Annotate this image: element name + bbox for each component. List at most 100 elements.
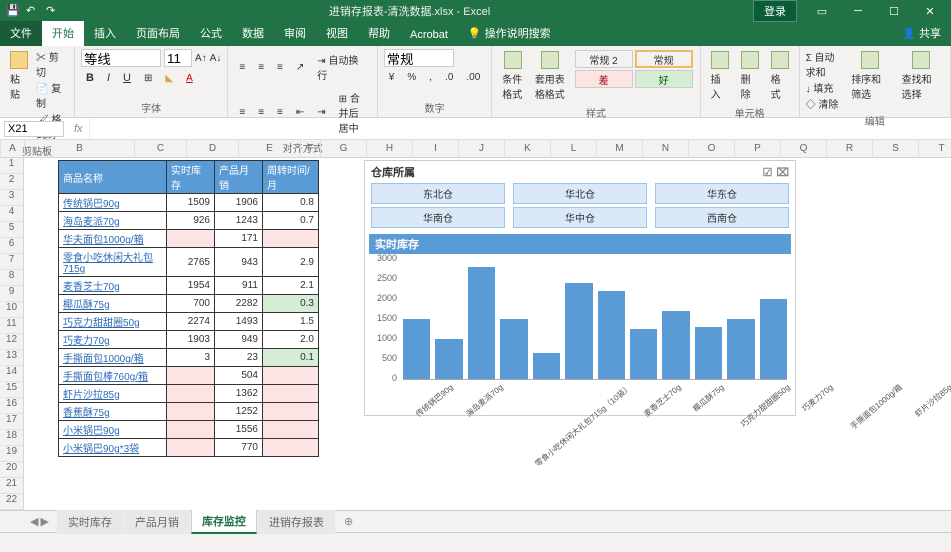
- product-name-cell[interactable]: 椰瓜酥75g: [59, 295, 167, 313]
- table-cell[interactable]: [167, 230, 215, 248]
- table-cell[interactable]: 171: [215, 230, 263, 248]
- style-normal2[interactable]: 常规 2: [575, 50, 633, 68]
- sheet-tab-stock[interactable]: 实时库存: [57, 510, 123, 534]
- table-cell[interactable]: 0.7: [263, 212, 319, 230]
- new-sheet-icon[interactable]: ⊕: [336, 512, 361, 531]
- share-button[interactable]: 👤 共享: [892, 21, 951, 46]
- table-cell[interactable]: 1243: [215, 212, 263, 230]
- slicer-option[interactable]: 华东仓: [655, 183, 789, 204]
- row-header[interactable]: 15: [0, 382, 23, 398]
- chart-bar[interactable]: [435, 339, 462, 379]
- tab-view[interactable]: 视图: [316, 21, 358, 46]
- col-header[interactable]: C: [135, 140, 187, 157]
- chart-bar[interactable]: [662, 311, 689, 379]
- row-header[interactable]: 8: [0, 270, 23, 286]
- col-header[interactable]: Q: [781, 140, 827, 157]
- find-select-button[interactable]: 查找和选择: [898, 49, 944, 103]
- col-header[interactable]: D: [187, 140, 239, 157]
- col-header[interactable]: N: [643, 140, 689, 157]
- table-cell[interactable]: [263, 385, 319, 403]
- table-cell[interactable]: 2.1: [263, 277, 319, 295]
- chart-bar[interactable]: [468, 267, 495, 379]
- bold-button[interactable]: B: [81, 69, 99, 87]
- slicer-option[interactable]: 东北仓: [371, 183, 505, 204]
- border-button[interactable]: ⊞: [139, 70, 157, 87]
- save-icon[interactable]: 💾: [6, 4, 20, 18]
- clear-filter-icon[interactable]: ⌧: [776, 166, 789, 179]
- table-cell[interactable]: [167, 439, 215, 457]
- italic-button[interactable]: I: [102, 69, 115, 87]
- col-header[interactable]: R: [827, 140, 873, 157]
- slicer-option[interactable]: 华中仓: [513, 207, 647, 228]
- comma-icon[interactable]: ,: [424, 69, 437, 86]
- row-header[interactable]: 19: [0, 446, 23, 462]
- chart-bar[interactable]: [630, 329, 657, 379]
- table-cell[interactable]: 1954: [167, 277, 215, 295]
- wrap-button[interactable]: ⇥ 自动换行: [312, 49, 371, 85]
- table-cell[interactable]: [167, 403, 215, 421]
- insert-cell-button[interactable]: 插入: [707, 49, 733, 103]
- font-size-select[interactable]: [164, 49, 192, 67]
- undo-icon[interactable]: ↶: [26, 4, 40, 18]
- align-top-icon[interactable]: ≡: [234, 59, 250, 76]
- table-cell[interactable]: 2274: [167, 313, 215, 331]
- col-header[interactable]: E: [239, 140, 301, 157]
- worksheet-area[interactable]: 商品名称实时库存产品月销周转时间/月传统锅巴90g150919060.8海岛麦派…: [24, 158, 951, 510]
- col-header[interactable]: M: [597, 140, 643, 157]
- product-name-cell[interactable]: 零食小吃休闲大礼包715g: [59, 248, 167, 277]
- row-header[interactable]: 12: [0, 334, 23, 350]
- tab-home[interactable]: 开始: [42, 21, 84, 46]
- tab-insert[interactable]: 插入: [84, 21, 126, 46]
- table-cell[interactable]: 1362: [215, 385, 263, 403]
- underline-button[interactable]: U: [118, 69, 136, 87]
- chart-bar[interactable]: [500, 319, 527, 379]
- table-cell[interactable]: 2.9: [263, 248, 319, 277]
- tab-review[interactable]: 审阅: [274, 21, 316, 46]
- align-bot-icon[interactable]: ≡: [272, 59, 288, 76]
- align-mid-icon[interactable]: ≡: [253, 59, 269, 76]
- chart-bar[interactable]: [598, 291, 625, 379]
- table-cell[interactable]: 1.5: [263, 313, 319, 331]
- table-cell[interactable]: 0.8: [263, 194, 319, 212]
- table-cell[interactable]: 0.1: [263, 349, 319, 367]
- bar-chart[interactable]: 050010001500200025003000 传统锅巴90g海岛麦派70g零…: [369, 258, 791, 426]
- row-header[interactable]: 20: [0, 462, 23, 478]
- orientation-icon[interactable]: ↗: [291, 59, 309, 76]
- paste-button[interactable]: 粘贴: [6, 49, 32, 103]
- product-name-cell[interactable]: 传统锅巴90g: [59, 194, 167, 212]
- format-cell-button[interactable]: 格式: [767, 49, 793, 103]
- product-name-cell[interactable]: 小米锅巴90g: [59, 421, 167, 439]
- inc-dec-icon[interactable]: .0: [440, 69, 458, 86]
- cut-button[interactable]: ✂ 剪切: [36, 49, 68, 79]
- table-cell[interactable]: [263, 403, 319, 421]
- row-header[interactable]: 10: [0, 302, 23, 318]
- style-good[interactable]: 好: [635, 70, 693, 88]
- product-name-cell[interactable]: 海岛麦派70g: [59, 212, 167, 230]
- table-cell[interactable]: 1903: [167, 331, 215, 349]
- row-header[interactable]: 1: [0, 158, 23, 174]
- row-header[interactable]: 14: [0, 366, 23, 382]
- table-cell[interactable]: [167, 421, 215, 439]
- table-cell[interactable]: [263, 421, 319, 439]
- table-cell[interactable]: 2282: [215, 295, 263, 313]
- col-header[interactable]: H: [367, 140, 413, 157]
- col-header[interactable]: S: [873, 140, 919, 157]
- product-name-cell[interactable]: 小米锅巴90g*3袋: [59, 439, 167, 457]
- font-color-button[interactable]: A: [181, 70, 198, 87]
- col-header[interactable]: K: [505, 140, 551, 157]
- table-cell[interactable]: [263, 439, 319, 457]
- multi-select-icon[interactable]: ☑: [762, 166, 772, 179]
- tab-acrobat[interactable]: Acrobat: [400, 25, 458, 46]
- col-header[interactable]: I: [413, 140, 459, 157]
- product-name-cell[interactable]: 手撕面包1000g/箱: [59, 349, 167, 367]
- table-cell[interactable]: [263, 367, 319, 385]
- product-name-cell[interactable]: 巧麦力70g: [59, 331, 167, 349]
- currency-icon[interactable]: ¥: [384, 69, 400, 86]
- tab-nav-prev-icon[interactable]: ◀: [30, 515, 38, 528]
- table-cell[interactable]: 911: [215, 277, 263, 295]
- row-header[interactable]: 3: [0, 190, 23, 206]
- cond-format-button[interactable]: 条件格式: [498, 49, 527, 103]
- percent-icon[interactable]: %: [402, 69, 421, 86]
- col-header[interactable]: G: [321, 140, 367, 157]
- close-icon[interactable]: ✕: [913, 1, 947, 21]
